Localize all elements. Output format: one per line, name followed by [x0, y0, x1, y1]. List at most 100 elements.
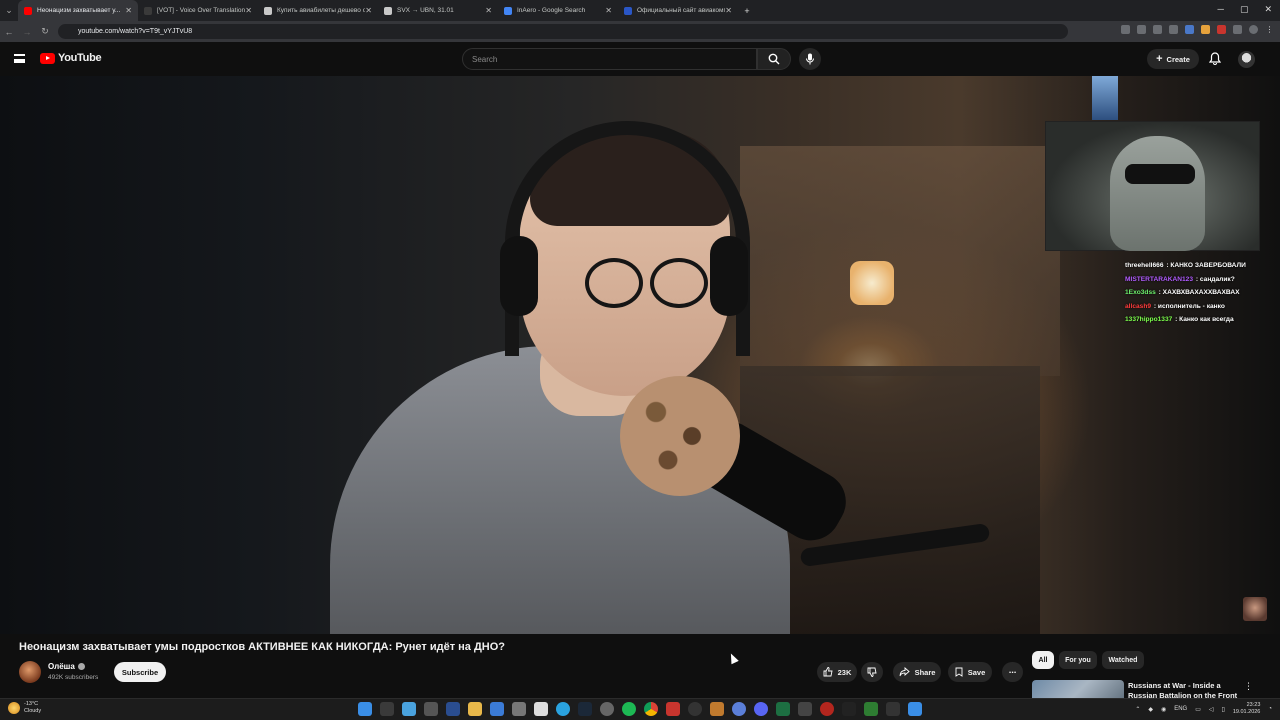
- url-field[interactable]: youtube.com/watch?v=T9t_vYJTvU8: [58, 24, 1068, 39]
- youtube-logo[interactable]: YouTube: [40, 52, 102, 64]
- chrome-icon[interactable]: [644, 702, 658, 716]
- menu-icon[interactable]: [14, 54, 25, 63]
- notification-center-icon[interactable]: ◔: [1268, 706, 1272, 712]
- video-scene-monitor: [1092, 76, 1118, 120]
- app-icon[interactable]: [666, 702, 680, 716]
- windows-taskbar: -13°C Cloudy ⌃ ◆ ◉ ENG ▭ ◁ ▯ 23:23 19.01…: [0, 698, 1280, 720]
- explorer-icon[interactable]: [468, 702, 482, 716]
- battery-icon[interactable]: ▯: [1222, 706, 1225, 713]
- tab-close-icon[interactable]: ✕: [245, 6, 252, 15]
- spotify-icon[interactable]: [622, 702, 636, 716]
- tab-close-icon[interactable]: ✕: [605, 6, 612, 15]
- calendar-icon[interactable]: [534, 702, 548, 716]
- channel-name[interactable]: Олёша: [48, 662, 85, 671]
- excel-icon[interactable]: [776, 702, 790, 716]
- weather-widget[interactable]: -13°C Cloudy: [8, 701, 41, 715]
- search-button[interactable]: [757, 48, 791, 70]
- app-icon[interactable]: [820, 702, 834, 716]
- telegram-icon[interactable]: [556, 702, 570, 716]
- powershell-icon[interactable]: [446, 702, 460, 716]
- create-button[interactable]: + Create: [1147, 49, 1199, 69]
- reload-icon[interactable]: ↻: [36, 26, 54, 37]
- app-icon[interactable]: [864, 702, 878, 716]
- minimize-icon[interactable]: ─: [1218, 4, 1224, 15]
- discord-icon[interactable]: [754, 702, 768, 716]
- app-icon[interactable]: [732, 702, 746, 716]
- back-icon[interactable]: ←: [0, 27, 18, 37]
- tray-app-icon[interactable]: ◆: [1148, 706, 1153, 713]
- chat-text: исполнитель - канко: [1157, 302, 1225, 310]
- browser-tab[interactable]: [VOT] - Voice Over Translation ✕: [138, 0, 258, 21]
- browser-tab-strip: ⌄ Неонацизм захватывает у... ✕ [VOT] - Voi…: [0, 0, 1280, 21]
- browser-tab[interactable]: Купить авиабилеты дешево о... ✕: [258, 0, 378, 21]
- browser-tab[interactable]: Официальный сайт авиакомп... ✕: [618, 0, 738, 21]
- more-actions-button[interactable]: ⋯: [1002, 662, 1023, 682]
- browser-tab[interactable]: SVX → UBN, 31.01 ✕: [378, 0, 498, 21]
- search-input[interactable]: Search: [462, 48, 757, 70]
- save-button[interactable]: Save: [948, 662, 992, 682]
- tab-title: SVX → UBN, 31.01: [397, 7, 454, 14]
- zoom-icon[interactable]: [1137, 25, 1146, 34]
- voice-search-button[interactable]: [799, 48, 821, 70]
- volume-icon[interactable]: ◁: [1209, 706, 1214, 713]
- share-button[interactable]: Share: [893, 662, 941, 682]
- browser-tab[interactable]: Неонацизм захватывает у... ✕: [18, 0, 138, 21]
- search-icon[interactable]: [380, 702, 394, 716]
- forward-icon[interactable]: →: [18, 27, 36, 37]
- filter-chip-for-you[interactable]: For you: [1059, 651, 1097, 669]
- widgets-icon[interactable]: [402, 702, 416, 716]
- new-tab-icon[interactable]: +: [738, 6, 756, 16]
- recommended-video-title[interactable]: Russians at War - Inside a Russian Batta…: [1128, 681, 1238, 698]
- copilot-icon[interactable]: [424, 702, 438, 716]
- app-icon[interactable]: [798, 702, 812, 716]
- extension-icon[interactable]: [1201, 25, 1210, 34]
- tray-expand-icon[interactable]: ⌃: [1135, 706, 1140, 713]
- extension-icon[interactable]: [1169, 25, 1178, 34]
- notifications-bell-icon[interactable]: [1209, 52, 1221, 65]
- settings-icon[interactable]: [600, 702, 614, 716]
- tab-close-icon[interactable]: ✕: [725, 6, 732, 15]
- account-avatar[interactable]: [1238, 51, 1255, 68]
- taskbar-apps: [358, 702, 922, 716]
- terminal-icon[interactable]: [886, 702, 900, 716]
- app-icon[interactable]: [908, 702, 922, 716]
- video-player[interactable]: threehell666 : КАНКО ЗАВЕРБОВАЛИ MISTERTA…: [0, 76, 1280, 634]
- video-scene-headphone-cup: [500, 236, 538, 316]
- network-icon[interactable]: ▭: [1195, 706, 1201, 713]
- profile-icon[interactable]: [1249, 25, 1258, 34]
- verified-icon: [77, 663, 85, 670]
- system-tray: ⌃ ◆ ◉ ENG ▭ ◁ ▯ 23:23 19.01.2026 ◔: [1135, 702, 1272, 716]
- obs-icon[interactable]: [688, 702, 702, 716]
- tab-close-icon[interactable]: ✕: [485, 6, 492, 15]
- cast-icon[interactable]: [1121, 25, 1130, 34]
- tab-list-icon[interactable]: ⌄: [0, 5, 18, 16]
- start-icon[interactable]: [358, 702, 372, 716]
- tab-close-icon[interactable]: ✕: [365, 6, 372, 15]
- filter-chip-watched[interactable]: Watched: [1102, 651, 1144, 669]
- extensions-puzzle-icon[interactable]: [1233, 25, 1242, 34]
- tab-title: [VOT] - Voice Over Translation: [157, 7, 245, 14]
- close-window-icon[interactable]: ✕: [1264, 4, 1272, 15]
- language-indicator[interactable]: ENG: [1174, 706, 1187, 712]
- app-icon[interactable]: [490, 702, 504, 716]
- subscribe-button[interactable]: Subscribe: [114, 662, 166, 682]
- channel-avatar[interactable]: [19, 661, 41, 683]
- app-icon[interactable]: [512, 702, 526, 716]
- steam-icon[interactable]: [578, 702, 592, 716]
- dislike-button[interactable]: [861, 662, 883, 682]
- filter-chip-all[interactable]: All: [1032, 651, 1054, 669]
- tray-app-icon[interactable]: ◉: [1161, 706, 1166, 713]
- recommended-more-icon[interactable]: ⋮: [1244, 681, 1253, 692]
- browser-tab[interactable]: InAero - Google Search ✕: [498, 0, 618, 21]
- extension-icon[interactable]: [1185, 25, 1194, 34]
- browser-menu-icon[interactable]: ⋮: [1265, 25, 1274, 34]
- app-icon[interactable]: [842, 702, 856, 716]
- extension-icon[interactable]: [1217, 25, 1226, 34]
- bookmark-star-icon[interactable]: [1153, 25, 1162, 34]
- maximize-icon[interactable]: ▢: [1240, 4, 1249, 15]
- app-icon[interactable]: [710, 702, 724, 716]
- like-button[interactable]: 23K: [817, 662, 857, 682]
- tab-close-icon[interactable]: ✕: [125, 6, 132, 15]
- taskbar-clock[interactable]: 23:23 19.01.2026: [1233, 702, 1261, 716]
- chat-text: КАНКО ЗАВЕРБОВАЛИ: [1170, 262, 1246, 269]
